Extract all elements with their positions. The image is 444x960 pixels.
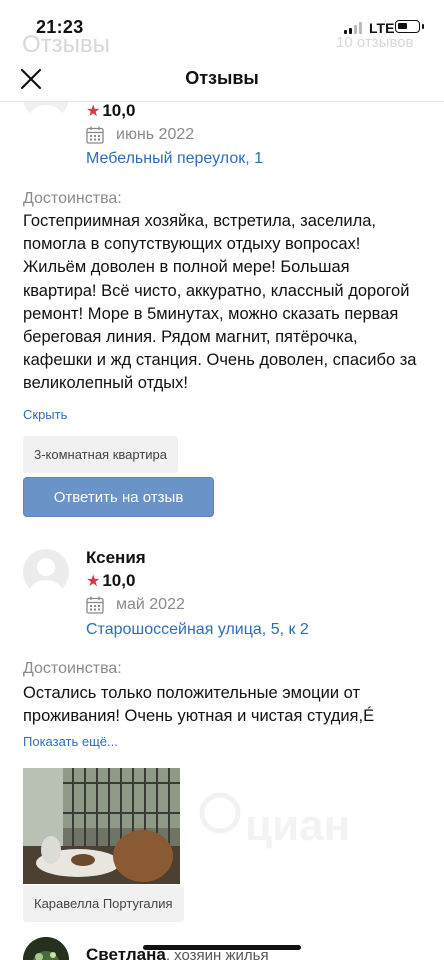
show-more-link[interactable]: Показать ещё... bbox=[23, 734, 118, 749]
avatar bbox=[23, 937, 69, 960]
calendar-icon bbox=[86, 126, 104, 144]
star-icon: ★ bbox=[86, 103, 101, 120]
address-link[interactable]: Мебельный переулок, 1 bbox=[86, 150, 263, 168]
review-photo[interactable] bbox=[23, 768, 180, 884]
author-name: Ксения bbox=[86, 548, 146, 567]
review-date: июнь 2022 bbox=[86, 126, 194, 144]
address-link[interactable]: Старошоссейная улица, 5, к 2 bbox=[86, 621, 309, 639]
review-text: Гостеприимная хозяйка, встретила, засели… bbox=[23, 212, 417, 393]
property-tag: Каравелла Португалия bbox=[23, 885, 184, 922]
star-icon: ★ bbox=[86, 573, 101, 590]
modal-header: Отзывы bbox=[0, 56, 444, 102]
modal-title: Отзывы bbox=[185, 68, 259, 88]
property-tag: 3-комнатная квартира bbox=[23, 436, 178, 473]
avatar bbox=[23, 549, 69, 595]
pros-label: Достоинства: bbox=[23, 190, 122, 207]
date-text: июнь 2022 bbox=[116, 126, 195, 143]
reply-button[interactable]: Ответить на отзыв bbox=[23, 477, 214, 517]
calendar-icon bbox=[86, 596, 104, 614]
svg-text:циан: циан bbox=[245, 801, 350, 850]
pros-label: Достоинства: bbox=[23, 660, 122, 677]
collapse-link[interactable]: Скрыть bbox=[23, 407, 67, 422]
home-indicator[interactable] bbox=[143, 945, 301, 950]
review-date: май 2022 bbox=[86, 596, 185, 614]
rating-value: 10,0 bbox=[102, 101, 136, 120]
rating-value: 10,0 bbox=[102, 571, 136, 590]
date-text: май 2022 bbox=[116, 596, 185, 613]
review-text: Остались только положительные эмоции от … bbox=[23, 684, 375, 726]
rating: ★ 10,0 bbox=[86, 101, 135, 121]
rating: ★ 10,0 bbox=[86, 571, 135, 591]
watermark-logo: циан bbox=[199, 792, 350, 850]
